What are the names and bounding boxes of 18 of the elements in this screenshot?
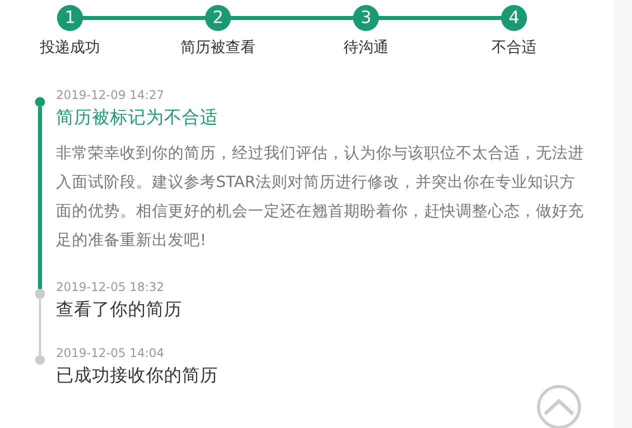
step-label: 待沟通 [344,38,388,57]
event-title: 简历被标记为不合适 [56,107,219,129]
step-label: 简历被查看 [180,38,256,57]
event-time: 2019-12-09 14:27 [56,87,166,103]
timeline-line [39,299,41,355]
event-time: 2019-12-05 14:04 [56,345,166,361]
event-time: 2019-12-05 18:32 [56,279,166,295]
chevron-up-icon [542,397,576,417]
step-number: 2 [205,5,231,31]
step-label: 投递成功 [40,38,100,57]
step-number: 1 [57,5,83,31]
event-title: 已成功接收你的简历 [56,365,219,387]
event-message: 非常荣幸收到你的简历，经过我们评估，认为你与该职位不太合适，无法进入面试阶段。建议参考STAR法则对简历进行修改，并突出你在专业知识方面的优势。相信更好的机会一定还在翘首期盼着你，赶快调整心态，做好充足的准备重新出发吧! [56,143,585,251]
step-label: 不合适 [492,38,536,57]
event-title: 查看了你的简历 [56,299,183,321]
step-number: 3 [353,5,379,31]
step-number: 4 [501,5,527,31]
scroll-to-top-button[interactable] [537,385,581,428]
